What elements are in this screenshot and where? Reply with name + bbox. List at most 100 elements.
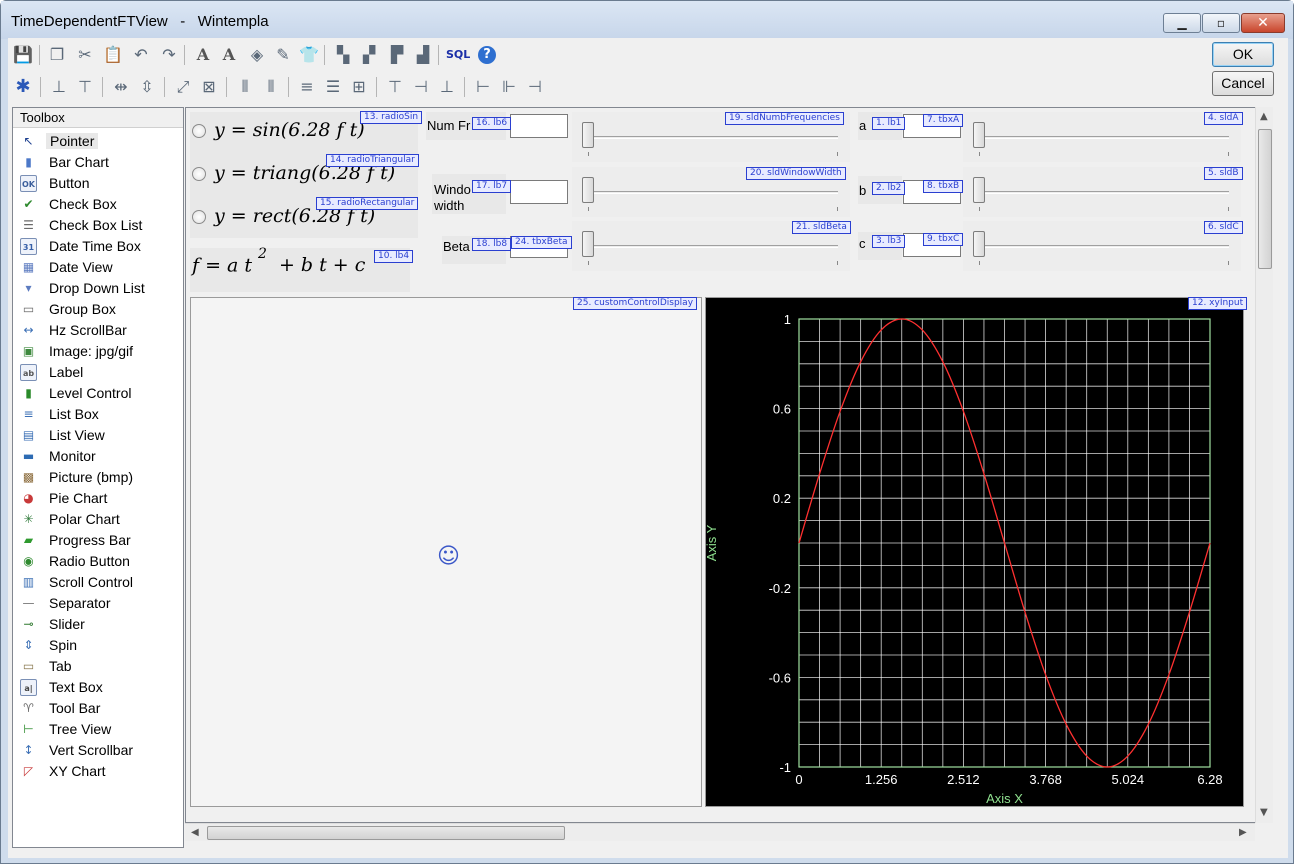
- toolbox-item-pie-chart[interactable]: ◕ Pie Chart: [13, 488, 183, 509]
- toolbox-item-level-control[interactable]: ▮ Level Control: [13, 383, 183, 404]
- toolbox-item-label: Level Control: [49, 385, 132, 401]
- title-bar[interactable]: TimeDependentFTView - Wintempla ▁ ▫ ✕: [1, 1, 1293, 39]
- vertical-scrollbar[interactable]: ▲ ▼: [1255, 107, 1273, 823]
- align-center-icon[interactable]: ⊩: [498, 76, 520, 98]
- toolbox-item-group-box[interactable]: ▭ Group Box: [13, 299, 183, 320]
- toolbox-item-scroll-control[interactable]: ▥ Scroll Control: [13, 572, 183, 593]
- custom-control-display[interactable]: ☺: [190, 297, 702, 807]
- toolbox-item-spin[interactable]: ⇕ Spin: [13, 635, 183, 656]
- slider-c[interactable]: [963, 221, 1241, 271]
- maximize-button[interactable]: ▫: [1202, 13, 1240, 33]
- toolbox-item-list-view[interactable]: ▤ List View: [13, 425, 183, 446]
- slider-thumb[interactable]: [582, 231, 594, 257]
- y-axis-label: Axis Y: [706, 524, 719, 561]
- toolbox-item-picture-bmp[interactable]: ▩ Picture (bmp): [13, 467, 183, 488]
- horizontal-scrollbar[interactable]: ◀ ▶: [185, 823, 1255, 841]
- font-icon[interactable]: A: [192, 44, 214, 66]
- horizontal-scroll-thumb[interactable]: [207, 826, 565, 840]
- radio-triangular[interactable]: [192, 167, 206, 181]
- col-a-icon[interactable]: ⦀: [234, 76, 256, 98]
- bring-front-icon[interactable]: ▚: [332, 44, 354, 66]
- send-back-icon[interactable]: ▞: [358, 44, 380, 66]
- scroll-down-icon[interactable]: ▼: [1260, 807, 1268, 818]
- send-backward-icon[interactable]: ▟: [412, 44, 434, 66]
- align-center-h-icon[interactable]: ⊥: [48, 76, 70, 98]
- grid-icon[interactable]: ⊞: [348, 76, 370, 98]
- scroll-left-icon[interactable]: ◀: [191, 827, 199, 838]
- slider-thumb[interactable]: [973, 122, 985, 148]
- align-middle-icon[interactable]: ⊣: [410, 76, 432, 98]
- scroll-right-icon[interactable]: ▶: [1239, 827, 1247, 838]
- bring-forward-icon[interactable]: ▛: [386, 44, 408, 66]
- toolbox-item-progress-bar[interactable]: ▰ Progress Bar: [13, 530, 183, 551]
- slider-a[interactable]: [963, 112, 1241, 162]
- tab-order-icon[interactable]: ✱: [12, 76, 34, 98]
- window-textbox[interactable]: [510, 180, 568, 204]
- toolbox-item-drop-down-list[interactable]: ▾ Drop Down List: [13, 278, 183, 299]
- toolbox-item-date-view[interactable]: ▦ Date View: [13, 257, 183, 278]
- xy-chart[interactable]: 0 1.256 2.512 3.768 5.024 6.28 1 0.6 0.2 -0.2 -0.6…: [705, 297, 1244, 807]
- scroll-up-icon[interactable]: ▲: [1260, 111, 1268, 122]
- toolbox-item-xy-chart[interactable]: ◸ XY Chart: [13, 761, 183, 782]
- toolbox-item-hz-scrollbar[interactable]: ↔ Hz ScrollBar: [13, 320, 183, 341]
- toolbox-item-vert-scrollbar[interactable]: ↕ Vert Scrollbar: [13, 740, 183, 761]
- redo-icon[interactable]: ↷: [158, 44, 180, 66]
- sql-icon[interactable]: SQL: [446, 44, 470, 66]
- tshirt-icon[interactable]: 👕: [298, 44, 320, 66]
- toolbox-item-polar-chart[interactable]: ✳ Polar Chart: [13, 509, 183, 530]
- numf-textbox[interactable]: [510, 114, 568, 138]
- radio-sin[interactable]: [192, 124, 206, 138]
- toolbox-item-radio-button[interactable]: ◉ Radio Button: [13, 551, 183, 572]
- ok-button[interactable]: OK: [1212, 42, 1274, 67]
- help-icon[interactable]: ?: [478, 46, 496, 64]
- design-surface[interactable]: y = sin(6.28 f t) 13. radioSin y = trian…: [185, 107, 1273, 823]
- font-color-icon[interactable]: A: [218, 44, 240, 66]
- toolbox-item-tab[interactable]: ▭ Tab: [13, 656, 183, 677]
- slider-thumb[interactable]: [973, 177, 985, 203]
- row-b-icon[interactable]: ☰: [322, 76, 344, 98]
- slider-thumb[interactable]: [973, 231, 985, 257]
- align-bottom-icon[interactable]: ⊥: [436, 76, 458, 98]
- align-right-icon[interactable]: ⊣: [524, 76, 546, 98]
- toolbox-item-tree-view[interactable]: ⊢ Tree View: [13, 719, 183, 740]
- paste-icon[interactable]: 📋: [102, 44, 124, 66]
- toolbox-item-check-box[interactable]: ✔ Check Box: [13, 194, 183, 215]
- cancel-button[interactable]: Cancel: [1212, 71, 1274, 96]
- toolbox-item-text-box[interactable]: a| Text Box: [13, 677, 183, 698]
- space-h-icon[interactable]: ⇹: [110, 76, 132, 98]
- toolbox-item-list-box[interactable]: ≡ List Box: [13, 404, 183, 425]
- align-top-icon[interactable]: ⊤: [384, 76, 406, 98]
- tag-sldB: 5. sldB: [1204, 167, 1243, 180]
- fill-color-icon[interactable]: ◈: [246, 44, 268, 66]
- toolbox-item-label[interactable]: ab Label: [13, 362, 183, 383]
- toolbox-item-bar-chart[interactable]: ▮ Bar Chart: [13, 152, 183, 173]
- close-button[interactable]: ✕: [1241, 13, 1285, 33]
- slider-b[interactable]: [963, 167, 1241, 217]
- toolbox-item-monitor[interactable]: ▬ Monitor: [13, 446, 183, 467]
- pencils-icon[interactable]: ✎: [272, 44, 294, 66]
- toolbox-item-button[interactable]: OK Button: [13, 173, 183, 194]
- save-icon[interactable]: 💾: [12, 44, 34, 66]
- toolbox-item-date-time-box[interactable]: 31 Date Time Box: [13, 236, 183, 257]
- minimize-button[interactable]: ▁: [1163, 13, 1201, 33]
- slider-thumb[interactable]: [582, 177, 594, 203]
- same-size-icon[interactable]: ⤢: [172, 76, 194, 98]
- undo-icon[interactable]: ↶: [130, 44, 152, 66]
- toolbox-item-image-jpg-gif[interactable]: ▣ Image: jpg/gif: [13, 341, 183, 362]
- vertical-scroll-thumb[interactable]: [1258, 129, 1272, 269]
- toolbox-item-check-box-list[interactable]: ☰ Check Box List: [13, 215, 183, 236]
- space-v-icon[interactable]: ⇳: [136, 76, 158, 98]
- toolbox-item-tool-bar[interactable]: ♈ Tool Bar: [13, 698, 183, 719]
- row-a-icon[interactable]: ≡: [296, 76, 318, 98]
- copy-icon[interactable]: ❐: [46, 44, 68, 66]
- col-b-icon[interactable]: ⦀: [260, 76, 282, 98]
- radio-rectangular[interactable]: [192, 210, 206, 224]
- toolbox-item-separator[interactable]: — Separator: [13, 593, 183, 614]
- fit-icon[interactable]: ⊠: [198, 76, 220, 98]
- toolbox-item-slider[interactable]: ⊸ Slider: [13, 614, 183, 635]
- slider-thumb[interactable]: [582, 122, 594, 148]
- cut-icon[interactable]: ✂: [74, 44, 96, 66]
- toolbox-item-pointer[interactable]: ↖ Pointer: [13, 131, 183, 152]
- align-left-icon[interactable]: ⊢: [472, 76, 494, 98]
- align-center-v-icon[interactable]: ⊤: [74, 76, 96, 98]
